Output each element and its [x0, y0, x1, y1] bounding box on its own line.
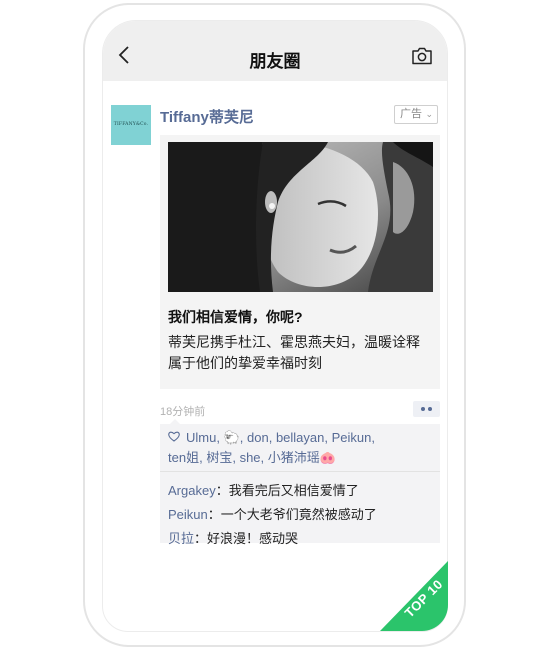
camera-button[interactable] — [411, 47, 433, 65]
divider — [160, 471, 440, 472]
comment-user[interactable]: 贝拉 — [168, 531, 194, 546]
comment-row[interactable]: Peikun：一个大老爷们竟然被感动了 — [168, 504, 377, 523]
card-description: 蒂芙尼携手杜江、霍思燕夫妇，温暖诠释属于他们的挚爱幸福时刻 — [168, 334, 420, 371]
ad-label-button[interactable]: 广告 ⌄ — [394, 105, 438, 124]
avatar-logo-text: TIFFANY&Co. — [113, 122, 149, 127]
like-user[interactable]: 树宝 — [206, 450, 232, 465]
like-user[interactable]: 小猪沛瑶 — [268, 450, 320, 465]
more-button[interactable] — [413, 401, 440, 417]
heart-icon — [168, 428, 180, 448]
pig-emoji: 🐽 — [319, 450, 336, 465]
like-user[interactable]: she — [240, 450, 261, 465]
avatar[interactable]: TIFFANY&Co. — [111, 105, 151, 145]
more-dots-icon — [421, 407, 425, 411]
like-user[interactable]: ten姐 — [168, 450, 199, 465]
comment-text: 一个大老爷们竟然被感动了 — [220, 507, 377, 522]
camera-icon — [412, 47, 432, 65]
like-user[interactable]: bellayan — [276, 430, 324, 445]
likes-list: Ulmu, 🐑, don, bellayan, Peikun, ten姐, 树宝… — [168, 428, 375, 465]
screen: 朋友圈 TIFFANY&Co. Tiffany蒂芙尼 广告 ⌄ 我们相信爱情，你… — [102, 20, 448, 632]
page-title: 朋友圈 — [249, 52, 301, 71]
author-name[interactable]: Tiffany蒂芙尼 — [160, 106, 254, 127]
like-user[interactable]: don — [247, 430, 269, 445]
comment-text: 好浪漫！感动哭 — [207, 531, 299, 546]
more-dots-icon — [428, 407, 432, 411]
comment-user[interactable]: Peikun — [168, 507, 208, 522]
top10-ribbon: TOP 10 — [380, 561, 448, 631]
ad-card[interactable]: 我们相信爱情，你呢? 蒂芙尼携手杜江、霍思燕夫妇，温暖诠释属于他们的挚爱幸福时刻 — [160, 135, 440, 389]
comment-row[interactable]: 贝拉：好浪漫！感动哭 — [168, 528, 298, 547]
card-title: 我们相信爱情，你呢? — [168, 309, 303, 325]
phone-frame: 朋友圈 TIFFANY&Co. Tiffany蒂芙尼 广告 ⌄ 我们相信爱情，你… — [83, 3, 466, 647]
ad-label: 广告 — [400, 108, 422, 120]
comment-row[interactable]: Argakey：我看完后又相信爱情了 — [168, 480, 359, 499]
ad-photo[interactable] — [168, 142, 433, 292]
couple-photo — [168, 142, 433, 292]
nav-bar: 朋友圈 — [103, 21, 447, 81]
chevron-down-icon: ⌄ — [425, 109, 433, 119]
like-user[interactable]: Peikun — [332, 430, 372, 445]
like-user[interactable]: Ulmu — [186, 430, 216, 445]
sheep-emoji: 🐑 — [223, 430, 240, 445]
interaction-area: Ulmu, 🐑, don, bellayan, Peikun, ten姐, 树宝… — [160, 419, 440, 546]
comment-text: 我看完后又相信爱情了 — [228, 483, 359, 498]
post-time: 18分钟前 — [160, 406, 206, 418]
comment-user[interactable]: Argakey — [168, 483, 216, 498]
